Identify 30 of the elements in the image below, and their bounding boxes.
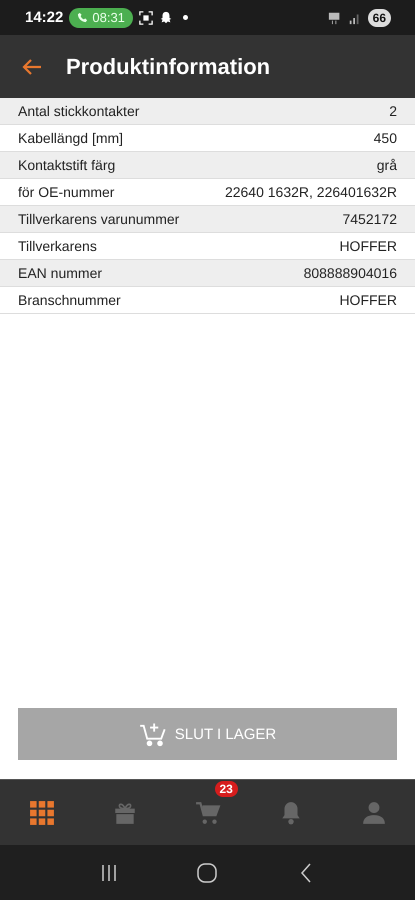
row-label: Antal stickkontakter (18, 103, 140, 119)
row-value: 808888904016 (304, 265, 397, 281)
battery-indicator: 66 (368, 8, 391, 26)
home-icon[interactable] (195, 860, 220, 884)
cart-count-badge: 23 (214, 780, 238, 796)
row-value: grå (376, 157, 397, 173)
row-value: 2 (389, 103, 397, 119)
row-value: 7452172 (342, 211, 397, 227)
row-label: för OE-nummer (18, 184, 114, 200)
row-value: 22640 1632R, 226401632R (224, 184, 397, 200)
status-time: 14:22 (25, 9, 64, 26)
notification-dot (182, 15, 188, 20)
row-label: EAN nummer (18, 265, 102, 281)
row-value: HOFFER (339, 238, 397, 254)
cart-icon (194, 800, 220, 826)
row-value: 450 (374, 130, 397, 146)
row-label: Tillverkarens varunummer (18, 211, 180, 227)
ghost-icon (158, 10, 173, 24)
screenshot-icon (138, 10, 153, 24)
row-value: HOFFER (339, 292, 397, 308)
row-label: Tillverkarens (18, 238, 97, 254)
person-icon (360, 800, 386, 826)
phone-icon (77, 12, 88, 23)
grid-icon (28, 800, 54, 826)
screen-title: Produktinformation (66, 54, 270, 80)
call-pill[interactable]: 08:31 (69, 8, 133, 28)
network-icon (328, 10, 342, 24)
row-label: Kontaktstift färg (18, 157, 116, 173)
row-label: Branschnummer (18, 292, 121, 308)
row-label: Kabellängd [mm] (18, 130, 124, 146)
